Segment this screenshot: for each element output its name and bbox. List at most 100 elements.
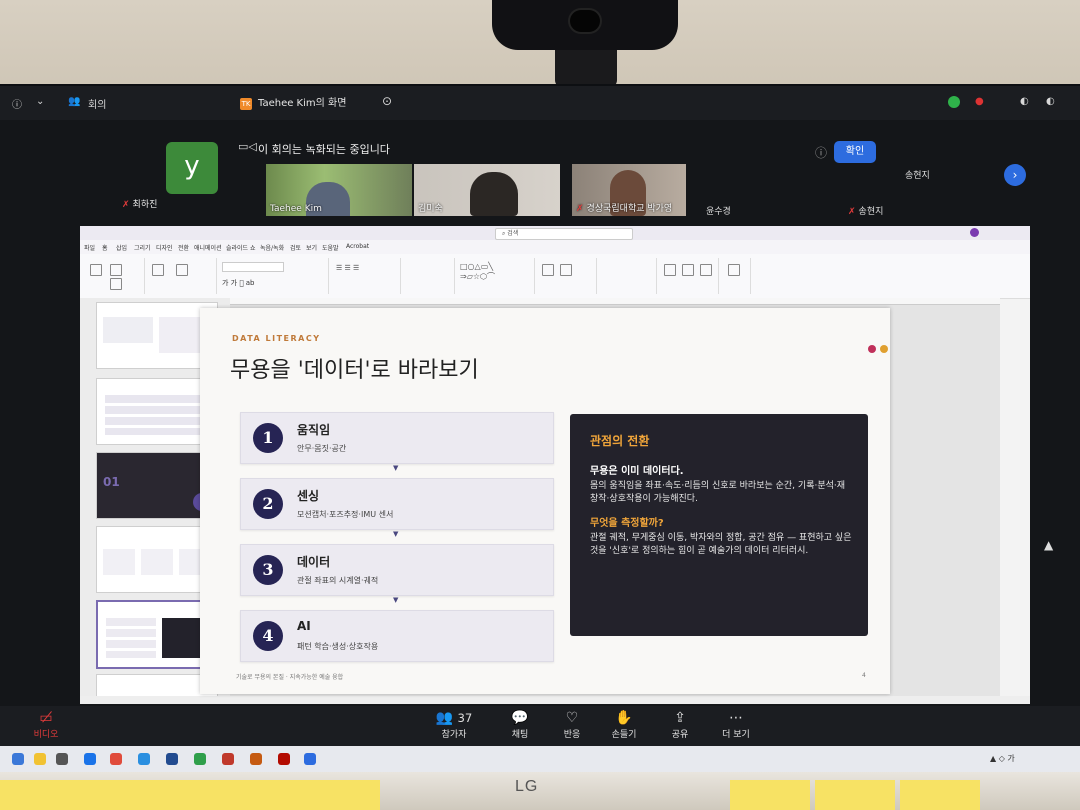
quick-styles-icon [560, 264, 572, 276]
react-button[interactable]: ♡ 반응 [548, 710, 596, 740]
app-icon[interactable] [84, 753, 96, 765]
menu-help[interactable]: 도움말 [322, 243, 339, 252]
down-arrow-icon: ▼ [393, 530, 399, 538]
ppt-status-bar [80, 696, 1030, 704]
video-button[interactable]: ▭̸ 비디오 [22, 710, 70, 740]
step-card: 4 AI 패턴 학습·생성·상호작용 [240, 610, 554, 662]
ppt-title-bar: ⌕ 검색 [80, 226, 1030, 240]
ribbon-font[interactable]: 가 가 가̲ ab [218, 258, 329, 294]
menu-acrobat[interactable]: Acrobat [346, 243, 369, 250]
share-indicator[interactable]: TK Taehee Kim의 화면 [240, 94, 346, 110]
confirm-button[interactable]: 확인 [834, 141, 876, 163]
view-icon-2[interactable]: ◐ [1046, 96, 1055, 107]
ribbon-textdir[interactable] [402, 258, 455, 294]
shapes-gallery-icon: □○△▭╲ ⇒▱☆⬡⌒ [460, 262, 496, 281]
menu-slideshow[interactable]: 슬라이드 쇼 [226, 243, 256, 252]
participant-video-3[interactable]: 김미숙 [414, 164, 560, 216]
participant-name-6[interactable]: 송현지 [905, 168, 930, 181]
participant-name-5[interactable]: 윤수경 [706, 204, 731, 217]
more-options-icon[interactable]: ⊙ [382, 94, 392, 108]
sticky-note [0, 780, 380, 810]
app-icon[interactable] [56, 753, 68, 765]
participant-name-3: 김미숙 [418, 204, 443, 214]
participant-name-7[interactable]: ✗ 송현지 [848, 204, 883, 217]
down-arrow-icon: ▼ [393, 596, 399, 604]
menu-home[interactable]: 홈 [102, 243, 108, 252]
chat-button[interactable]: 💬 채팅 [496, 710, 544, 740]
screen: ⓘ ⌄ 👥 회의 TK Taehee Kim의 화면 ⊙ ● ◐ ◐ ▭◁ 이 회… [0, 86, 1080, 746]
font-format-icons: 가 가 가̲ ab [222, 279, 255, 287]
step-card: 3 데이터 관절 좌표의 시계열·궤적 [240, 544, 554, 596]
font-name-select[interactable] [222, 262, 284, 272]
ribbon-shapes[interactable]: □○△▭╲ ⇒▱☆⬡⌒ [456, 258, 535, 294]
menu-record[interactable]: 녹음/녹화 [260, 243, 284, 252]
user-avatar[interactable] [970, 228, 979, 237]
raise-hand-button[interactable]: ✋ 손들기 [600, 710, 648, 740]
menu-review[interactable]: 검토 [290, 243, 301, 252]
step-card: 1 움직임 안무·몸짓·공간 [240, 412, 554, 464]
chevron-down-icon[interactable]: ⌄ [36, 96, 44, 107]
more-button[interactable]: ⋯ 더 보기 [712, 710, 760, 740]
start-icon[interactable] [12, 753, 24, 765]
ppt-ribbon: 가 가 가̲ ab ☰ ☰ ☰ □○△▭╲ ⇒▱☆⬡⌒ [80, 254, 1030, 299]
chrome-icon[interactable] [110, 753, 122, 765]
ribbon-paragraph[interactable]: ☰ ☰ ☰ [330, 258, 401, 294]
mic-muted-icon: ✗ [576, 204, 584, 214]
zoom-bottom-toolbar: ▭̸ 비디오 👥 37 참가자 💬 채팅 ♡ 반응 ✋ 손들기 ⇪ 공유 ⋯ 더 보기 [0, 706, 1080, 746]
ribbon-acrobat[interactable] [658, 258, 719, 294]
card-paragraph-2: 관절 궤적, 무게중심 이동, 박자와의 정합, 공간 점유 — 표현하고 싶은… [590, 533, 852, 556]
card-heading: 관점의 전환 [590, 434, 650, 448]
perspective-card: 관점의 전환 무용은 이미 데이터다. 몸의 움직임을 좌표·속도·리듬의 신호… [570, 414, 868, 636]
menu-animations[interactable]: 애니메이션 [194, 243, 222, 252]
share-button[interactable]: ⇪ 공유 [656, 710, 704, 740]
app-icon[interactable] [222, 753, 234, 765]
info-circle-icon: ⓘ [815, 146, 828, 160]
participants-button[interactable]: 👥 37 참가자 [430, 710, 478, 740]
step-number: 4 [253, 621, 283, 651]
participant-name-1[interactable]: ✗ 최하진 [122, 197, 157, 210]
thumb-block [141, 549, 173, 575]
participant-video-4[interactable]: ✗ 경상국립대학교 박가영 [572, 164, 686, 216]
sticky-note [815, 780, 895, 810]
designer-icon [728, 264, 740, 276]
menu-insert[interactable]: 삽입 [116, 243, 127, 252]
menu-view[interactable]: 보기 [306, 243, 317, 252]
ppt-search-box[interactable]: ⌕ 검색 [495, 228, 633, 240]
app-icon[interactable] [166, 753, 178, 765]
app-icon[interactable] [138, 753, 150, 765]
ribbon-clipboard[interactable] [84, 258, 145, 294]
rec-indicator-icon[interactable]: ● [975, 96, 984, 107]
participant-avatar[interactable]: y [166, 142, 218, 194]
menu-design[interactable]: 디자인 [156, 243, 173, 252]
system-tray[interactable]: ▲ ◇ 가 [990, 753, 1015, 764]
paste-icon [90, 264, 102, 276]
view-icon[interactable]: ◐ [1020, 96, 1029, 107]
menu-draw[interactable]: 그리기 [134, 243, 151, 252]
file-explorer-icon[interactable] [34, 753, 46, 765]
menu-transitions[interactable]: 전환 [178, 243, 189, 252]
mic-muted-icon: ✗ [122, 200, 130, 210]
hand-icon: ✋ [615, 710, 633, 726]
info-icon[interactable]: ⓘ [12, 96, 22, 111]
participant-video-2[interactable]: Taehee Kim [266, 164, 412, 216]
menu-file[interactable]: 파일 [84, 243, 95, 252]
zoom-icon[interactable] [304, 753, 316, 765]
current-slide[interactable]: DATA LITERACY 무용을 '데이터'로 바라보기 1 움직임 안무·몸… [200, 308, 890, 694]
meeting-label[interactable]: 회의 [88, 96, 106, 111]
step-number: 1 [253, 423, 283, 453]
share-icon: ⇪ [674, 710, 686, 726]
thumb-block [103, 317, 153, 343]
powerpoint-icon[interactable] [250, 753, 262, 765]
ribbon-designer[interactable] [720, 258, 751, 294]
acrobat-icon[interactable] [278, 753, 290, 765]
app-icon[interactable] [194, 753, 206, 765]
ribbon-slides[interactable] [146, 258, 217, 294]
sticky-note [900, 780, 980, 810]
ribbon-arrange[interactable] [536, 258, 597, 294]
copy-icon [110, 278, 122, 290]
sticky-note [730, 780, 810, 810]
decor-dots [864, 338, 888, 357]
ribbon-editing[interactable] [598, 258, 657, 294]
security-status-icon[interactable] [948, 96, 960, 108]
next-page-icon[interactable]: › [1004, 164, 1026, 186]
